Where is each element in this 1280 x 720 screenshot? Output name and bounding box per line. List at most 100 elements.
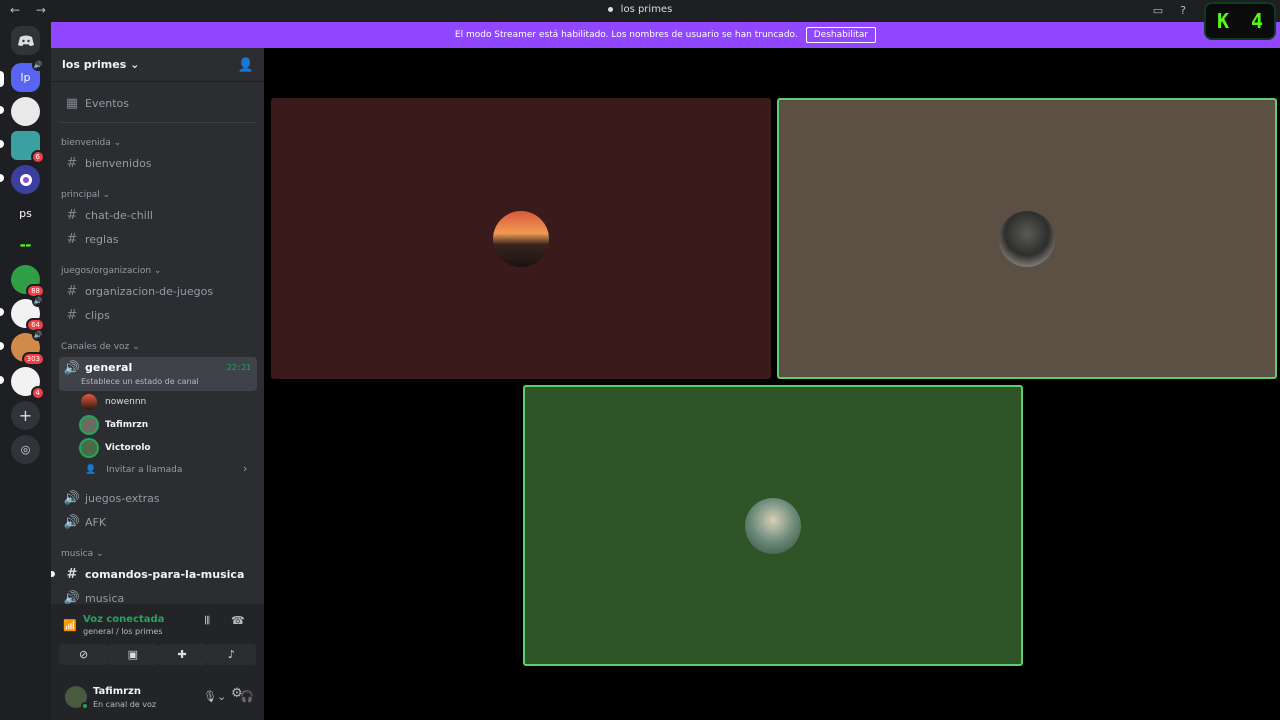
speaker-icon: 🔊 [32,329,44,341]
calendar-icon: ▦ [65,95,79,111]
participant-tile-speaking[interactable] [523,385,1023,666]
set-channel-status[interactable]: Establece un estado de canal [81,377,199,386]
channel-clips[interactable]: # clips [59,304,257,326]
speaker-icon: 🔊 [63,490,81,506]
signal-icon: 📶 [63,619,77,632]
voice-channel-general[interactable]: 🔊 general 22:21 Establece un estado de c… [59,357,257,391]
unread-pill [0,376,4,384]
add-member-icon[interactable]: 👤 [238,58,254,73]
events-item[interactable]: ▦ Eventos [59,92,257,114]
avatar [81,417,97,433]
guild-name: los primes ⌄ [62,58,140,71]
category-voz[interactable]: Canales de voz ⌄ [61,342,140,352]
server-icon[interactable] [11,165,40,194]
channel-organizacion[interactable]: # organizacion-de-juegos [59,280,257,302]
voice-connected-label: Voz conectada [83,614,165,625]
kick-logo: K [1216,9,1230,33]
voice-channel-juegos-extras[interactable]: 🔊 juegos-extras [59,487,257,509]
server-los-primes[interactable]: lp 🔊 [11,59,44,92]
speaker-icon: 🔊 [32,295,44,307]
camera-off-button[interactable]: ⊘ [59,644,109,665]
voice-user[interactable]: Tafimrzn [81,415,148,435]
voice-channel-afk[interactable]: 🔊 AFK [59,511,257,533]
server-ps[interactable]: ps [11,199,40,228]
hash-icon: # [66,307,78,323]
participant-avatar [493,210,549,267]
call-stage [264,48,1280,720]
server-icon[interactable]: 6 [11,131,45,164]
kick-count: 4 [1250,9,1264,33]
discord-home-button[interactable] [11,26,40,55]
server-icon[interactable]: 88 [11,265,45,298]
chevron-right-icon[interactable]: › [243,462,247,475]
speaker-icon: 🔊 [63,361,81,376]
window-title: los primes [0,4,1280,15]
participant-avatar [745,497,801,554]
help-icon[interactable]: ? [1176,4,1190,18]
voice-action-buttons: ⊘ ▣ ✚ ♪ [59,644,256,665]
streamer-mode-banner: El modo Streamer está habilitado. Los no… [51,22,1280,48]
discover-icon[interactable]: ◎ [11,435,40,464]
channel-chat-de-chill[interactable]: # chat-de-chill [59,204,257,226]
share-screen-button[interactable]: ▣ [108,644,158,665]
server-icon[interactable] [11,97,40,126]
category-musica[interactable]: musica ⌄ [61,549,104,559]
gear-icon[interactable]: ⚙ [231,686,243,701]
status-dot [81,702,89,710]
eye-icon [19,173,32,186]
category-juegos[interactable]: juegos/organizacion ⌄ [61,266,161,276]
voice-user[interactable]: Victorolo [81,438,151,458]
participant-tile-speaking[interactable] [777,98,1277,379]
server-dot-icon [607,6,613,12]
channel-comandos[interactable]: # comandos-para-la-musica [59,563,257,585]
disconnect-icon[interactable]: ☎ [231,614,245,627]
divider [59,122,257,123]
discord-logo-icon [17,35,34,46]
disable-streamer-button[interactable]: Deshabilitar [805,27,877,43]
activities-button[interactable]: ✚ [157,644,207,665]
hash-icon: # [66,207,78,223]
channel-sidebar: los primes ⌄ 👤 ▦ Eventos bienvenida ⌄ # bi… [51,48,264,720]
channel-reglas[interactable]: # reglas [59,228,257,250]
user-panel[interactable]: Tafimrzn En canal de voz 🎙⌄ 🎧 [59,682,256,714]
server-icon[interactable]: 🔊 64 [11,295,45,332]
avatar [81,394,97,410]
invite-to-call[interactable]: 👤 Invitar a llamada [85,460,182,480]
participant-tile[interactable] [271,98,771,379]
add-user-icon: 👤 [85,465,97,475]
participant-avatar [999,210,1055,267]
channel-bienvenidos[interactable]: # bienvenidos [59,152,257,174]
hash-icon: # [66,231,78,247]
kick-overlay: K 4 [1204,2,1276,40]
voice-location: general / los primes [83,627,163,636]
inbox-icon[interactable]: ▭ [1151,4,1165,18]
active-server-pill [0,71,4,87]
speaker-icon: 🔊 [63,514,81,530]
title-bar: ← → los primes ▭ ? [0,0,1280,22]
server-icon[interactable]: ▬▬ [11,231,40,260]
unread-pill [0,174,4,182]
hash-icon: # [66,155,78,171]
category-bienvenida[interactable]: bienvenida ⌄ [61,138,121,148]
category-principal[interactable]: principal ⌄ [61,190,110,200]
soundboard-button[interactable]: ♪ [206,644,256,665]
voice-user[interactable]: nowennn [81,392,146,412]
server-icon[interactable]: 4 [11,367,45,400]
microphone-icon[interactable]: 🎙⌄ [203,690,226,703]
unread-pill [0,342,4,350]
server-logo-icon: ▬▬ [19,242,32,249]
add-server-icon[interactable]: + [11,401,40,430]
voice-status[interactable]: 📶 Voz conectada general / los primes [63,614,164,636]
server-icon[interactable]: 🔊 303 [11,329,45,366]
banner-message: El modo Streamer está habilitado. Los no… [454,30,798,40]
unread-pill [51,571,55,577]
avatar [81,440,97,456]
speaker-icon: 🔊 [32,59,44,71]
user-status: En canal de voz [93,700,157,709]
guild-header[interactable]: los primes ⌄ 👤 [51,48,264,82]
username: Tafimrzn [93,686,141,697]
unread-pill [0,140,4,148]
server-rail: lp 🔊 6 ps ▬▬ 88 🔊 64 🔊 303 4 + ◎ [0,22,51,720]
hash-icon: # [66,566,78,582]
noise-suppression-icon[interactable]: 𝄃𝄃 [205,614,210,628]
